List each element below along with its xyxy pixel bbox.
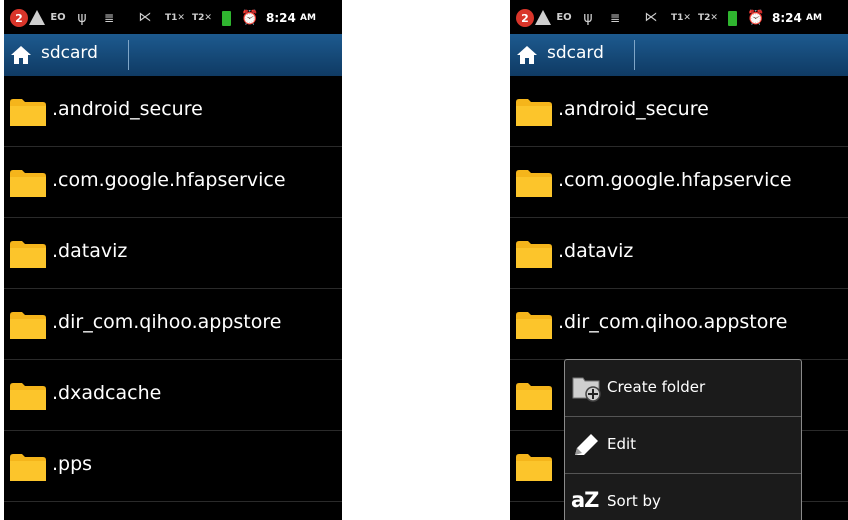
folder-icon xyxy=(516,241,552,268)
folder-icon xyxy=(10,170,46,197)
status-bar: 2 EO ψ ≣ ⋉ T1 ✕ T2 ✕ ⏰ 8:24 AM xyxy=(510,0,848,34)
status-bar: 2 EO ψ ≣ ⋉ T1 ✕ T2 ✕ ⏰ 8:24 AM xyxy=(4,0,342,34)
file-name: .dir_com.qihoo.appstore xyxy=(558,311,788,333)
time-value: 8:24 xyxy=(266,10,296,25)
list-item[interactable]: .android_secure xyxy=(510,76,848,147)
signal-sim1-label: T1 xyxy=(165,12,178,23)
warning-icon xyxy=(535,10,551,25)
signal-sim1-icon: T1 ✕ xyxy=(165,12,185,23)
android-debug-icon: ≣ xyxy=(103,10,115,25)
menu-item-edit[interactable]: Edit xyxy=(565,417,801,474)
context-menu: Create folder Edit aZ Sort by xyxy=(564,359,802,520)
mute-icon: ⋉ xyxy=(644,10,658,25)
alarm-icon: ⏰ xyxy=(241,9,259,26)
file-list: .android_secure .com.google.hfapservice … xyxy=(4,76,342,502)
home-icon[interactable] xyxy=(10,44,32,66)
signal-sim2-label: T2 xyxy=(192,12,205,23)
list-item[interactable]: .dataviz xyxy=(4,218,342,289)
phone-screen-right: 2 EO ψ ≣ ⋉ T1 ✕ T2 ✕ ⏰ 8:24 AM sdcard .and… xyxy=(510,0,848,520)
list-item[interactable]: .android_secure xyxy=(4,76,342,147)
menu-item-label: Sort by xyxy=(607,492,661,510)
warning-icon xyxy=(29,10,45,25)
mute-icon: ⋉ xyxy=(138,10,152,25)
signal-sim2-label: T2 xyxy=(698,12,711,23)
eo-icon: EO xyxy=(556,12,572,23)
folder-icon xyxy=(10,312,46,339)
menu-item-sort-by[interactable]: aZ Sort by xyxy=(565,474,801,520)
signal-sim2-icon: T2 ✕ xyxy=(698,12,718,23)
time-ampm: AM xyxy=(806,12,822,23)
signal-sim1-icon: T1 ✕ xyxy=(671,12,691,23)
time-value: 8:24 xyxy=(772,10,802,25)
folder-icon xyxy=(10,383,46,410)
folder-icon xyxy=(516,99,552,126)
folder-icon xyxy=(10,99,46,126)
home-icon[interactable] xyxy=(516,44,538,66)
status-time: 8:24 AM xyxy=(772,9,822,26)
usb-icon: ψ xyxy=(583,9,593,26)
folder-icon xyxy=(516,383,552,410)
file-name: .dataviz xyxy=(52,240,128,262)
eo-icon: EO xyxy=(50,12,66,23)
folder-icon xyxy=(516,454,552,481)
list-item[interactable]: .dxadcache xyxy=(4,360,342,431)
list-item[interactable]: .dir_com.qihoo.appstore xyxy=(4,289,342,360)
menu-item-label: Create folder xyxy=(607,378,706,396)
battery-icon xyxy=(728,11,737,26)
file-name: .android_secure xyxy=(52,98,203,120)
title-bar: sdcard xyxy=(4,34,342,76)
list-item[interactable]: .dir_com.qihoo.appstore xyxy=(510,289,848,360)
file-name: .dxadcache xyxy=(52,382,162,404)
file-name: .dir_com.qihoo.appstore xyxy=(52,311,282,333)
title-bar: sdcard xyxy=(510,34,848,76)
folder-icon xyxy=(10,241,46,268)
title-divider xyxy=(128,40,129,70)
signal-sim2-icon: T2 ✕ xyxy=(192,12,212,23)
menu-item-label: Edit xyxy=(607,435,637,453)
title-divider xyxy=(634,40,635,70)
signal-sim1-label: T1 xyxy=(671,12,684,23)
file-name: .pps xyxy=(52,453,93,475)
list-item[interactable]: .pps xyxy=(4,431,342,502)
alarm-icon: ⏰ xyxy=(747,9,765,26)
time-ampm: AM xyxy=(300,12,316,23)
file-name: .com.google.hfapservice xyxy=(52,169,286,191)
az-sort-icon: aZ xyxy=(571,488,599,512)
page-title: sdcard xyxy=(547,43,604,63)
list-item[interactable]: .dataviz xyxy=(510,218,848,289)
folder-icon xyxy=(516,170,552,197)
phone-screen-left: 2 EO ψ ≣ ⋉ T1 ✕ T2 ✕ ⏰ 8:24 AM sdcard .and… xyxy=(4,0,342,520)
edit-pencil-icon xyxy=(575,434,598,455)
create-folder-icon xyxy=(572,377,601,402)
list-item[interactable]: .com.google.hfapservice xyxy=(510,147,848,218)
battery-icon xyxy=(222,11,231,26)
folder-icon xyxy=(10,454,46,481)
usb-icon: ψ xyxy=(77,9,87,26)
notification-badge-icon: 2 xyxy=(516,9,534,27)
notification-badge-icon: 2 xyxy=(10,9,28,27)
file-name: .com.google.hfapservice xyxy=(558,169,792,191)
menu-item-create-folder[interactable]: Create folder xyxy=(565,360,801,417)
list-item[interactable]: .com.google.hfapservice xyxy=(4,147,342,218)
file-name: .dataviz xyxy=(558,240,634,262)
file-name: .android_secure xyxy=(558,98,709,120)
page-title: sdcard xyxy=(41,43,98,63)
folder-icon xyxy=(516,312,552,339)
status-time: 8:24 AM xyxy=(266,9,316,26)
android-debug-icon: ≣ xyxy=(609,10,621,25)
